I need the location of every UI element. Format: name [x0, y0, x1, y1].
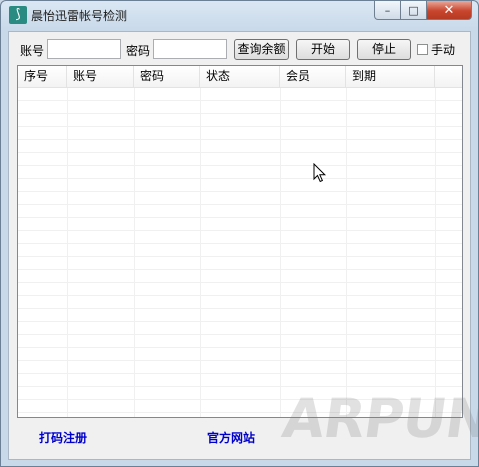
close-button[interactable]: ✕: [427, 1, 472, 20]
manual-checkbox-label: 手动: [431, 43, 456, 57]
caption-buttons: – □ ✕: [374, 1, 472, 21]
website-link[interactable]: 官方网站: [207, 429, 255, 446]
start-button[interactable]: 开始: [296, 39, 350, 60]
query-balance-button[interactable]: 查询余额: [234, 39, 289, 60]
table-body[interactable]: [18, 88, 462, 417]
watermark-logo: ARPUN: [278, 387, 479, 450]
account-input[interactable]: [47, 39, 121, 59]
stop-button[interactable]: 停止: [357, 39, 411, 60]
column-header-account[interactable]: 账号: [67, 66, 134, 87]
manual-checkbox-group[interactable]: 手动: [417, 41, 455, 58]
column-header-password[interactable]: 密码: [134, 66, 200, 87]
mouse-pointer-icon: [313, 163, 327, 183]
table-header: 序号 账号 密码 状态 会员 到期: [18, 66, 462, 88]
column-divider: [435, 88, 436, 417]
column-divider: [200, 88, 201, 417]
column-header-expiry[interactable]: 到期: [346, 66, 435, 87]
column-divider: [346, 88, 347, 417]
column-header-status[interactable]: 状态: [200, 66, 280, 87]
column-header-index[interactable]: 序号: [18, 66, 67, 87]
minimize-button[interactable]: –: [374, 1, 401, 20]
column-header-member[interactable]: 会员: [280, 66, 346, 87]
app-icon[interactable]: ⟆: [9, 6, 27, 24]
account-label: 账号: [20, 44, 45, 58]
maximize-button[interactable]: □: [401, 1, 427, 20]
title-bar[interactable]: ⟆ 晨怡迅雷帐号检测 – □ ✕: [1, 1, 478, 29]
main-window: ⟆ 晨怡迅雷帐号检测 – □ ✕ 账号 密码 查询余额 开始 停止 手动 序号 …: [0, 0, 479, 467]
column-divider: [280, 88, 281, 417]
register-link[interactable]: 打码注册: [39, 429, 87, 446]
manual-checkbox[interactable]: [417, 44, 428, 55]
password-label: 密码: [126, 44, 151, 58]
column-divider: [134, 88, 135, 417]
password-input[interactable]: [153, 39, 227, 59]
window-title: 晨怡迅雷帐号检测: [31, 9, 128, 23]
account-list-table[interactable]: 序号 账号 密码 状态 会员 到期: [17, 65, 463, 418]
column-divider: [67, 88, 68, 417]
